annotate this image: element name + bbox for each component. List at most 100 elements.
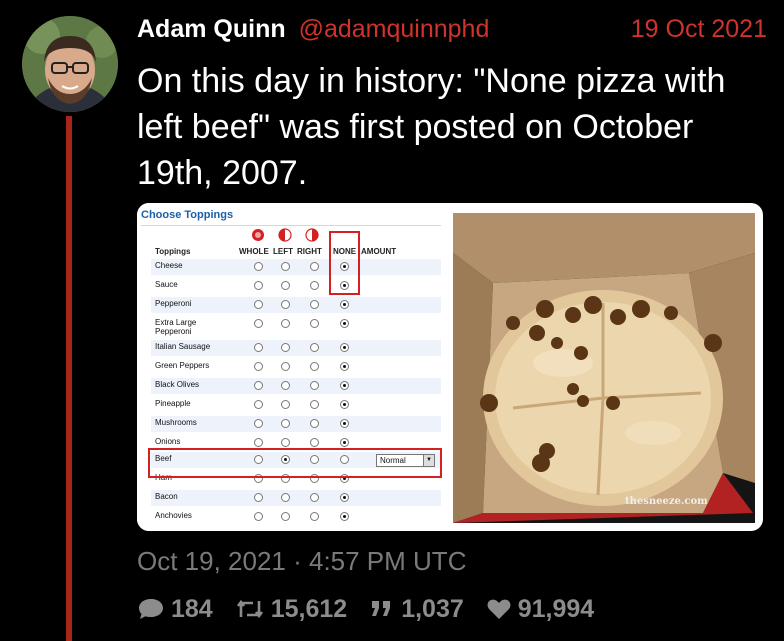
whole-radio[interactable] bbox=[254, 400, 263, 409]
right-radio[interactable] bbox=[310, 362, 319, 371]
none-radio[interactable] bbox=[340, 381, 349, 390]
topping-row: Extra Large Pepperoni bbox=[151, 316, 441, 336]
topping-row: Anchovies bbox=[151, 509, 441, 525]
reply-stat[interactable]: 184 bbox=[137, 595, 213, 624]
left-radio[interactable] bbox=[281, 343, 290, 352]
topping-row: Black Olives bbox=[151, 378, 441, 394]
tweet-media[interactable]: Choose Toppings Toppings WHOLE LEFT RIGH… bbox=[137, 203, 763, 531]
topping-row: Pepperoni bbox=[151, 297, 441, 313]
col-amount: AMOUNT bbox=[361, 247, 397, 256]
none-radio[interactable] bbox=[340, 343, 349, 352]
tweet-text: On this day in history: "None pizza with… bbox=[137, 62, 726, 192]
none-radio[interactable] bbox=[340, 362, 349, 371]
right-radio[interactable] bbox=[310, 300, 319, 309]
topping-label: Cheese bbox=[155, 261, 183, 270]
right-radio[interactable] bbox=[310, 400, 319, 409]
whole-radio[interactable] bbox=[254, 362, 263, 371]
left-radio[interactable] bbox=[281, 362, 290, 371]
topping-label: Sauce bbox=[155, 280, 178, 289]
none-radio[interactable] bbox=[340, 319, 349, 328]
tweet-stats: 184 15,612 1,037 91,994 bbox=[137, 592, 616, 626]
left-radio[interactable] bbox=[281, 493, 290, 502]
col-left: LEFT bbox=[273, 247, 293, 256]
avatar[interactable] bbox=[22, 16, 118, 112]
beef-row-highlight bbox=[148, 448, 442, 478]
whole-radio[interactable] bbox=[254, 381, 263, 390]
pizza-photo bbox=[453, 213, 755, 523]
none-radio[interactable] bbox=[340, 419, 349, 428]
none-radio[interactable] bbox=[340, 400, 349, 409]
none-radio[interactable] bbox=[340, 300, 349, 309]
whole-radio[interactable] bbox=[254, 281, 263, 290]
topping-row: Bacon bbox=[151, 490, 441, 506]
pizza-box-image bbox=[453, 213, 755, 523]
left-radio[interactable] bbox=[281, 300, 290, 309]
topping-label: Pepperoni bbox=[155, 299, 192, 308]
right-radio[interactable] bbox=[310, 319, 319, 328]
reply-icon bbox=[139, 599, 163, 619]
right-radio[interactable] bbox=[310, 343, 319, 352]
topping-label: Mushrooms bbox=[155, 418, 197, 427]
whole-radio[interactable] bbox=[254, 419, 263, 428]
tweet-timestamp[interactable]: Oct 19, 2021 · 4:57 PM UTC bbox=[137, 544, 466, 578]
whole-radio[interactable] bbox=[254, 319, 263, 328]
left-radio[interactable] bbox=[281, 419, 290, 428]
heart-icon bbox=[487, 599, 511, 619]
topping-label: Green Peppers bbox=[155, 361, 210, 370]
right-radio[interactable] bbox=[310, 512, 319, 521]
whole-radio[interactable] bbox=[254, 300, 263, 309]
right-pizza-icon bbox=[305, 228, 319, 242]
left-radio[interactable] bbox=[281, 400, 290, 409]
right-radio[interactable] bbox=[310, 281, 319, 290]
none-radio[interactable] bbox=[340, 438, 349, 447]
whole-radio[interactable] bbox=[254, 512, 263, 521]
whole-radio[interactable] bbox=[254, 438, 263, 447]
whole-pizza-icon bbox=[252, 229, 264, 241]
none-radio[interactable] bbox=[340, 512, 349, 521]
quote-stat[interactable]: 1,037 bbox=[369, 595, 464, 624]
topping-label: Pineapple bbox=[155, 399, 191, 408]
left-radio[interactable] bbox=[281, 262, 290, 271]
author-handle[interactable]: @adamquinnphd bbox=[299, 15, 490, 43]
like-stat[interactable]: 91,994 bbox=[486, 595, 594, 624]
topping-label: Italian Sausage bbox=[155, 342, 211, 351]
left-radio[interactable] bbox=[281, 281, 290, 290]
right-radio[interactable] bbox=[310, 438, 319, 447]
like-count: 91,994 bbox=[517, 594, 595, 623]
reply-count: 184 bbox=[171, 594, 213, 623]
left-radio[interactable] bbox=[281, 319, 290, 328]
right-radio[interactable] bbox=[310, 493, 319, 502]
col-whole: WHOLE bbox=[239, 247, 269, 256]
whole-radio[interactable] bbox=[254, 262, 263, 271]
topping-label: Anchovies bbox=[155, 511, 192, 520]
col-toppings: Toppings bbox=[155, 247, 191, 256]
right-radio[interactable] bbox=[310, 419, 319, 428]
author-name[interactable]: Adam Quinn bbox=[137, 15, 286, 43]
photo-watermark: thesneeze.com bbox=[625, 496, 708, 507]
tweet-header: Adam Quinn @adamquinnphd 19 Oct 2021 bbox=[137, 12, 767, 46]
none-radio[interactable] bbox=[340, 493, 349, 502]
avatar-photo bbox=[22, 16, 118, 112]
quote-icon bbox=[372, 601, 391, 616]
thread-line bbox=[66, 116, 72, 641]
whole-radio[interactable] bbox=[254, 343, 263, 352]
right-radio[interactable] bbox=[310, 262, 319, 271]
topping-label: Bacon bbox=[155, 492, 178, 501]
tweet-date[interactable]: 19 Oct 2021 bbox=[631, 12, 767, 46]
topping-row: Green Peppers bbox=[151, 359, 441, 375]
whole-radio[interactable] bbox=[254, 493, 263, 502]
topping-label: Onions bbox=[155, 437, 181, 446]
topping-label: Black Olives bbox=[155, 380, 200, 389]
left-radio[interactable] bbox=[281, 438, 290, 447]
right-radio[interactable] bbox=[310, 381, 319, 390]
quote-count: 1,037 bbox=[401, 594, 464, 623]
topping-label: Extra Large Pepperoni bbox=[155, 318, 197, 336]
retweet-icon bbox=[236, 599, 263, 619]
retweet-stat[interactable]: 15,612 bbox=[235, 595, 347, 624]
left-radio[interactable] bbox=[281, 512, 290, 521]
order-form-screenshot: Choose Toppings Toppings WHOLE LEFT RIGH… bbox=[137, 203, 449, 531]
topping-row: Mushrooms bbox=[151, 416, 441, 432]
left-radio[interactable] bbox=[281, 381, 290, 390]
left-pizza-icon bbox=[278, 228, 292, 242]
topping-row: Sauce bbox=[151, 278, 441, 294]
